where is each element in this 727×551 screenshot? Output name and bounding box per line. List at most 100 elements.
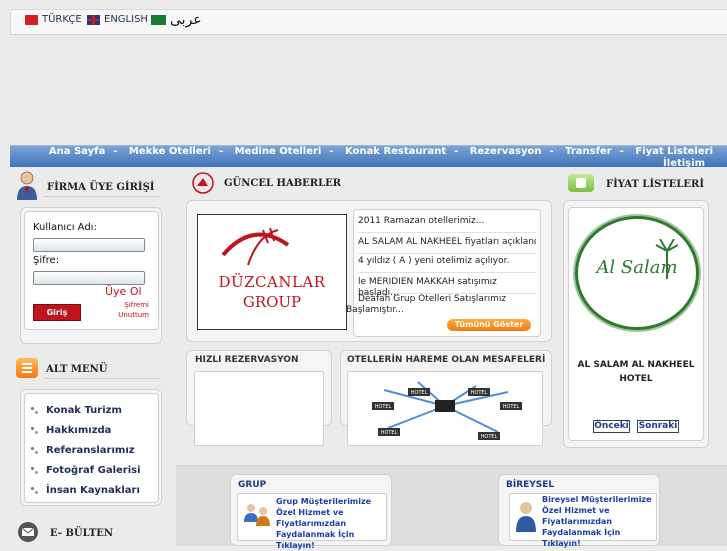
nav-item-mekke-otelleri[interactable]: Mekke Otelleri — [129, 146, 211, 157]
duzcanlar-logo-icon — [221, 227, 290, 266]
divider — [44, 378, 160, 379]
submenu-item-label: Konak Turizm — [46, 405, 122, 416]
submenu-panel: Konak Turizm Hakkımızda Referanslarımız … — [20, 389, 162, 506]
quick-reservation-panel: HIZLI REZERVASYON — [186, 350, 332, 446]
hotel-label: HOTEL — [375, 404, 392, 410]
username-field[interactable] — [33, 238, 145, 252]
login-title: FİRMA ÜYE GİRİŞİ — [47, 182, 155, 193]
distances-panel: OTELLERİN HAREME OLAN MESAFELERİ HOTEL HO… — [340, 350, 552, 446]
nav-separator: - — [454, 146, 459, 157]
nav-separator: - — [113, 146, 118, 157]
news-panel: DÜZCANLAR GROUP 2011 Ramazan otellerimiz… — [186, 200, 552, 342]
palm-tree-icon — [655, 239, 679, 279]
news-item[interactable]: Deafah Grup Otelleri Satışlarımız Başlam… — [346, 294, 526, 318]
news-item[interactable]: AL SALAM AL NAKHEEL fiyatları açıklandı.… — [358, 237, 536, 254]
submenu-item-label: Hakkımızda — [46, 425, 112, 436]
price-list-icon — [568, 174, 594, 192]
language-english-link[interactable]: ENGLISH — [87, 14, 148, 25]
logo-line-2: GROUP — [242, 293, 302, 311]
nav-separator: - — [218, 146, 224, 157]
newsletter-title: E- BÜLTEN — [50, 528, 114, 539]
news-item[interactable]: le MERIDIEN MAKKAH satışımız başladı... — [358, 277, 536, 298]
individual-card[interactable]: Bireysel Müşterilerimize Özel Hizmet ve … — [509, 493, 657, 548]
nav-item-fiyat-listeleri[interactable]: Fiyat Listeleri — [635, 146, 713, 157]
register-link[interactable]: Üye Ol — [105, 285, 142, 298]
quick-reservation-form[interactable] — [194, 371, 324, 446]
hotel-distance-diagram-icon: HOTEL HOTEL HOTEL HOTEL HOTEL HOTEL — [372, 381, 522, 440]
group-title: GRUP — [238, 480, 267, 490]
newsletter-header: E- BÜLTEN — [14, 520, 160, 545]
quick-reservation-title: HIZLI REZERVASYON — [195, 355, 299, 365]
bullet-icon — [31, 466, 39, 475]
username-label: Kullanıcı Adı: — [33, 222, 97, 233]
hotel-label: HOTEL — [471, 390, 488, 396]
nav-item-ana-sayfa[interactable]: Ana Sayfa — [49, 146, 105, 157]
bullet-icon — [31, 446, 39, 455]
submenu-item-fotograf-galerisi[interactable]: Fotoğraf Galerisi — [31, 465, 141, 476]
language-arabic-link[interactable]: عربى — [151, 12, 202, 28]
language-bar: TÜRKÇE ENGLISH عربى — [10, 9, 727, 35]
forgot-line: Unuttum — [118, 311, 149, 319]
bullet-icon — [31, 406, 39, 415]
news-item[interactable]: 2011 Ramazan otellerimiz... — [358, 216, 536, 233]
submenu-item-hakkimizda[interactable]: Hakkımızda — [31, 425, 111, 436]
hotel-label: HOTEL — [381, 430, 398, 436]
submenu-list: Konak Turizm Hakkımızda Referanslarımız … — [24, 393, 159, 503]
login-panel: Kullanıcı Adı: Şifre: Üye Ol Giriş Şifre… — [20, 207, 162, 344]
submenu-item-referanslarimiz[interactable]: Referanslarımız — [31, 445, 135, 456]
nav-item-transfer[interactable]: Transfer — [565, 146, 612, 157]
al-salam-logo[interactable]: Al Salam — [575, 216, 699, 330]
submenu-item-insan-kaynaklari[interactable]: İnsan Kaynakları — [31, 485, 140, 496]
prices-content: Al Salam AL SALAM AL NAKHEEL HOTEL Öncek… — [568, 207, 704, 441]
next-button[interactable]: Sonraki — [637, 420, 679, 433]
news-item[interactable]: 4 yıldız ( A ) yeni otelimiz açılıyor. — [358, 256, 536, 273]
group-card[interactable]: Grup Müşterilerimize Özel Hizmet ve Fiya… — [237, 493, 387, 550]
login-header: FİRMA ÜYE GİRİŞİ — [12, 170, 160, 204]
nav-separator: - — [329, 146, 334, 157]
prices-panel: Al Salam AL SALAM AL NAKHEEL HOTEL Öncek… — [563, 200, 709, 448]
uk-flag-icon — [87, 14, 100, 25]
hotel-name[interactable]: AL SALAM AL NAKHEEL HOTEL — [569, 358, 703, 386]
forgot-line: Şifremi — [124, 301, 149, 309]
submenu-item-konak-turizm[interactable]: Konak Turizm — [31, 405, 122, 416]
nav-item-konak-restaurant[interactable]: Konak Restaurant — [345, 146, 446, 157]
nav-item-iletisim[interactable]: İletişim — [663, 158, 705, 169]
language-label: ENGLISH — [104, 14, 148, 25]
login-form: Kullanıcı Adı: Şifre: Üye Ol Giriş Şifre… — [24, 211, 159, 330]
nav-item-rezervasyon[interactable]: Rezervasyon — [470, 146, 542, 157]
submenu-item-label: Fotoğraf Galerisi — [46, 465, 141, 476]
submenu-title: ALT MENÜ — [46, 364, 108, 375]
distances-title: OTELLERİN HAREME OLAN MESAFELERİ — [347, 355, 546, 365]
distances-diagram[interactable]: HOTEL HOTEL HOTEL HOTEL HOTEL HOTEL — [347, 371, 543, 446]
logo-line-1: DÜZCANLAR — [218, 273, 326, 291]
news-icon — [192, 172, 214, 194]
previous-button[interactable]: Önceki — [593, 420, 630, 433]
group-link[interactable]: Grup Müşterilerimize Özel Hizmet ve Fiya… — [276, 496, 382, 551]
divider — [44, 196, 160, 197]
bullet-icon — [31, 486, 39, 495]
language-label: عربى — [170, 12, 202, 28]
group-panel: GRUP Grup Müşterilerimize Özel Hizmet ve… — [230, 474, 392, 550]
individual-title: BİREYSEL — [506, 480, 555, 490]
submenu-header: ALT MENÜ — [14, 356, 160, 382]
saudi-flag-icon — [151, 15, 166, 25]
submenu-item-label: Referanslarımız — [46, 445, 135, 456]
show-all-news-button[interactable]: Tümünü Göster — [447, 319, 531, 331]
forgot-password-link[interactable]: Şifremi Unuttum — [109, 300, 149, 320]
individual-link[interactable]: Bireysel Müşterilerimize Özel Hizmet ve … — [542, 494, 654, 549]
news-title: GÜNCEL HABERLER — [224, 178, 342, 189]
news-header: GÜNCEL HABERLER — [190, 172, 550, 200]
language-turkish-link[interactable]: TÜRKÇE — [25, 14, 82, 25]
person-icon — [516, 502, 536, 532]
prices-title: FİYAT LİSTELERİ — [606, 179, 705, 190]
nav-item-medine-otelleri[interactable]: Medine Otelleri — [235, 146, 322, 157]
password-label: Şifre: — [33, 255, 60, 266]
login-button[interactable]: Giriş — [33, 304, 81, 321]
nav-separator: - — [619, 146, 624, 157]
password-field[interactable] — [33, 271, 145, 285]
submenu-item-label: İnsan Kaynakları — [46, 485, 140, 496]
nav-separator: - — [549, 146, 554, 157]
user-icon — [17, 171, 37, 200]
turkey-flag-icon — [25, 14, 38, 25]
bullet-icon — [31, 426, 39, 435]
